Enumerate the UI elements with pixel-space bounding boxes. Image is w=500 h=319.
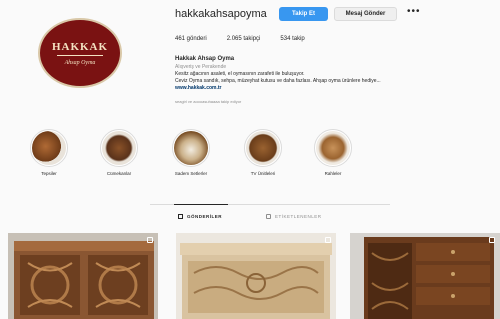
carousel-icon [489, 237, 495, 243]
tab-posts-label: GÖNDERİLER [187, 214, 223, 219]
website-link[interactable]: www.hakkak.com.tr [175, 85, 222, 91]
carousel-icon [325, 237, 331, 243]
highlight-tepsiler[interactable]: Tepsiler [21, 129, 77, 176]
highlight-label: Tepsiler [41, 171, 57, 176]
posts-count[interactable]: 461 gönderi [175, 36, 207, 42]
grid-icon [178, 214, 183, 219]
followers-count[interactable]: 2.065 takipçi [227, 36, 261, 42]
post-tile[interactable] [350, 233, 500, 319]
following-count[interactable]: 534 takip [280, 36, 304, 42]
highlight-cover [30, 129, 68, 167]
highlight-label: TV Ünitleleri [250, 171, 276, 176]
highlight-label: Rahleler [324, 171, 342, 176]
tagged-icon [266, 214, 271, 219]
follow-button[interactable]: Takip Et [279, 7, 328, 21]
highlight-cover [314, 129, 352, 167]
carousel-icon [147, 237, 153, 243]
bio-line-2: Ceviz Oyma sandık, sehpa, müzeyhat kutus… [175, 78, 381, 84]
highlight-sadem-setlerler[interactable]: Sadem Setlerler [163, 129, 219, 176]
tab-posts[interactable]: GÖNDERİLER [178, 214, 222, 219]
profile-avatar[interactable]: HAKKAK Ahsap Oyma [38, 18, 122, 88]
post-image-carved-chest [8, 233, 158, 319]
logo-subtext: Ahsap Oyma [64, 59, 96, 66]
tab-tagged-label: ETİKETLENENLER [275, 214, 322, 219]
post-image-carved-box [176, 233, 336, 319]
post-tile[interactable] [176, 233, 336, 319]
profile-category: Alışveriş ve Perakende [175, 64, 227, 70]
tab-tagged[interactable]: ETİKETLENENLER [266, 214, 322, 219]
message-button[interactable]: Mesaj Gönder [334, 7, 397, 21]
post-tile[interactable] [8, 233, 158, 319]
profile-stats: 461 gönderi 2.065 takipçi 534 takip [175, 36, 305, 42]
post-image-carved-cabinet [350, 233, 500, 319]
logo-text: HAKKAK [51, 40, 109, 53]
profile-display-name: Hakkak Ahsap Oyma [175, 56, 235, 62]
more-options-icon[interactable]: ••• [407, 6, 421, 17]
highlight-cover [100, 129, 138, 167]
logo-divider [57, 54, 103, 56]
highlight-cover [244, 129, 282, 167]
highlight-cumekanlar[interactable]: Cümekanlar [91, 129, 147, 176]
highlight-cover [172, 129, 210, 167]
profile-username: hakkakahsapoyma [175, 8, 267, 20]
highlight-tv-uniteleri[interactable]: TV Ünitleleri [235, 129, 291, 176]
active-tab-indicator [174, 204, 228, 205]
followed-by-text[interactable]: seagirl ve aoooasuhaaaa takip ediyor [175, 99, 241, 104]
highlight-label: Cümekanlar [106, 171, 132, 176]
bio-line-1: Kesitz ağacının asaleti, el oymasının za… [175, 71, 305, 77]
highlight-rahleler[interactable]: Rahleler [305, 129, 361, 176]
highlight-label: Sadem Setlerler [174, 171, 208, 176]
